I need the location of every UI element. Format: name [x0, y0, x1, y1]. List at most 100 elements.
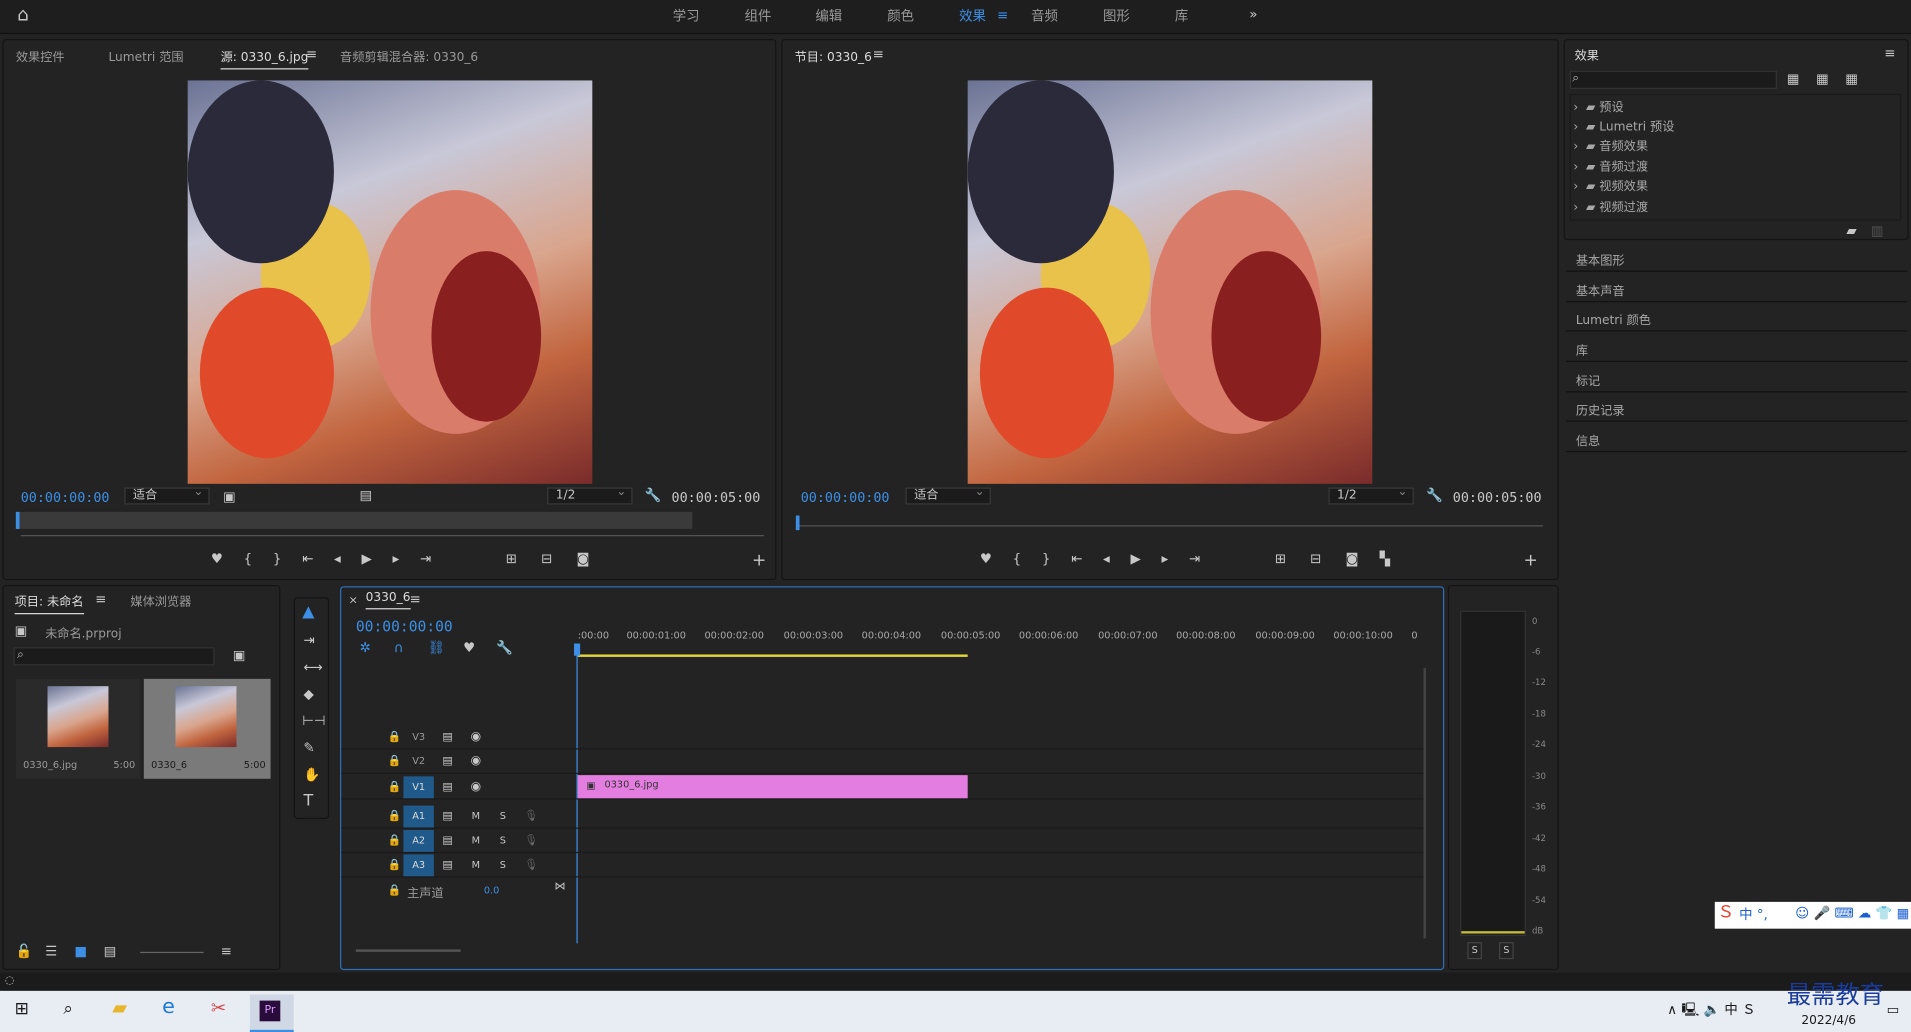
eye-icon[interactable]: ◉ — [470, 730, 481, 745]
snap-icon[interactable]: ∩ — [394, 640, 404, 656]
workspace-assembly[interactable]: 组件 — [745, 6, 772, 26]
timeline-settings-icon[interactable]: 🔧 — [496, 640, 513, 656]
search-icon[interactable]: ⌕ — [63, 1001, 73, 1018]
solo-button[interactable]: S — [500, 809, 506, 824]
extract-icon[interactable]: ⊟ — [1310, 551, 1321, 567]
add-marker-icon[interactable]: ♥ — [463, 640, 475, 656]
camera-icon[interactable]: ◙ — [576, 551, 589, 567]
program-timecode[interactable]: 00:00:00:00 — [801, 490, 890, 506]
timeline-playhead-handle[interactable] — [574, 643, 581, 656]
panel-lumetri-color[interactable]: Lumetri 颜色 — [1566, 302, 1908, 332]
track-label-a3[interactable]: A3 — [403, 854, 434, 877]
sync-lock-icon[interactable]: ▤ — [442, 780, 452, 795]
eye-icon[interactable]: ◉ — [470, 754, 481, 769]
home-icon[interactable]: ⌂ — [17, 5, 29, 23]
delete-icon[interactable]: ▥ — [1871, 224, 1884, 239]
panel-markers[interactable]: 标记 — [1566, 363, 1908, 393]
source-scrubber[interactable] — [15, 511, 693, 529]
work-area-bar[interactable] — [577, 654, 968, 657]
effects-folder-video-transitions[interactable]: › ▰ 视频过渡 — [1573, 196, 1905, 218]
project-item[interactable]: 0330_6 5:00 — [143, 678, 271, 779]
new-bin-icon[interactable]: ▰ — [1846, 224, 1856, 239]
source-timecode[interactable]: 00:00:00:00 — [21, 490, 110, 506]
close-icon[interactable]: × — [349, 594, 358, 609]
project-menu-icon[interactable]: ≡ — [95, 592, 106, 607]
ime-toolbar[interactable]: Ｓ 中 °, ☺ 🎤 ⌨ ☁ 👕 ▦ — [1714, 901, 1911, 929]
track-label-a1[interactable]: A1 — [403, 805, 434, 828]
lock-track-icon[interactable]: 🔒 — [388, 858, 402, 873]
list-view-icon[interactable]: ☰ — [45, 944, 57, 960]
lock-track-icon[interactable]: 🔒 — [388, 809, 402, 824]
solo-button[interactable]: S — [500, 858, 506, 873]
hand-tool-icon[interactable]: ✋ — [303, 767, 320, 783]
track-v3[interactable] — [341, 725, 1426, 750]
track-label-v2[interactable]: V2 — [403, 751, 433, 773]
tab-media-browser[interactable]: 媒体浏览器 — [130, 591, 191, 609]
effects-folder-audio-effects[interactable]: › ▰ 音频效果 — [1573, 135, 1905, 157]
program-res-select[interactable]: 1/2 — [1328, 485, 1414, 505]
overwrite-icon[interactable]: ⊟ — [541, 551, 552, 567]
workspace-graphics[interactable]: 图形 — [1103, 6, 1130, 26]
type-tool-icon[interactable]: T — [303, 793, 313, 809]
premiere-taskbar-icon[interactable]: Pr — [249, 994, 294, 1032]
microphone-icon[interactable]: 🎙 — [524, 858, 538, 873]
mute-button[interactable]: M — [472, 809, 480, 824]
program-playhead[interactable] — [795, 515, 800, 531]
program-title[interactable]: 节目: 0330_6 — [795, 46, 872, 64]
meter-solo-right-button[interactable]: S — [1499, 942, 1514, 960]
tab-source[interactable]: 源: 0330_6.jpg — [220, 46, 309, 70]
panel-essential-sound[interactable]: 基本声音 — [1566, 273, 1908, 303]
sort-icon[interactable]: ≡ — [221, 944, 232, 960]
workspace-menu-icon[interactable]: ≡ — [997, 8, 1008, 24]
tab-audio-clip-mixer[interactable]: 音频剪辑混合器: 0330_6 — [340, 46, 478, 64]
notification-icon[interactable]: ▭ — [1887, 1002, 1900, 1018]
program-scrubber[interactable] — [797, 525, 1543, 527]
selection-tool-icon[interactable]: ▲ — [302, 605, 314, 621]
panel-history[interactable]: 历史记录 — [1566, 392, 1908, 422]
yuv-effects-icon[interactable]: ▦ — [1845, 71, 1858, 87]
lock-track-icon[interactable]: 🔒 — [388, 834, 402, 849]
source-playhead[interactable] — [15, 511, 20, 529]
project-item[interactable]: 0330_6.jpg 5:00 — [15, 678, 141, 779]
program-settings-icon[interactable]: 🔧 — [1426, 488, 1443, 504]
tray-date[interactable]: 2022/4/6 — [1801, 1014, 1856, 1029]
microphone-icon[interactable]: 🎙 — [524, 834, 538, 849]
source-settings-icon[interactable]: 🔧 — [645, 488, 662, 504]
microphone-icon[interactable]: 🎙 — [524, 809, 538, 824]
freeform-view-icon[interactable]: ▤ — [104, 944, 117, 960]
panel-info[interactable]: 信息 — [1566, 423, 1908, 453]
comparison-view-icon[interactable]: ▚ — [1380, 551, 1390, 567]
tray-icons[interactable]: ∧ 🖳 🔈 中 Ｓ — [1667, 1002, 1755, 1018]
new-search-bin-icon[interactable]: ▣ — [233, 648, 246, 663]
workspace-libraries[interactable]: 库 — [1175, 6, 1188, 26]
edge-icon[interactable]: e — [162, 996, 175, 1017]
workspace-learn[interactable]: 学习 — [673, 6, 700, 26]
lift-icon[interactable]: ⊞ — [1275, 551, 1286, 567]
lock-track-icon[interactable]: 🔒 — [388, 884, 402, 899]
export-frame-icon[interactable]: ◙ — [1346, 551, 1359, 567]
effects-folder-video-effects[interactable]: › ▰ 视频效果 — [1573, 176, 1905, 198]
lock-track-icon[interactable]: 🔒 — [388, 754, 402, 769]
program-fit-select[interactable]: 适合 — [905, 485, 991, 505]
snipping-tool-icon[interactable]: ✂ — [211, 999, 226, 1017]
safe-margin-icon[interactable]: ▣ — [223, 489, 236, 505]
effects-menu-icon[interactable]: ≡ — [1884, 46, 1895, 61]
workspace-color[interactable]: 颜色 — [887, 6, 914, 26]
source-menu-icon[interactable]: ≡ — [306, 47, 317, 63]
lock-track-icon[interactable]: 🔒 — [388, 730, 402, 745]
track-v2[interactable] — [341, 750, 1426, 774]
source-res-select[interactable]: 1/2 — [547, 485, 633, 505]
tab-project[interactable]: 项目: 未命名 — [14, 591, 84, 615]
icon-view-icon[interactable]: ■ — [74, 944, 87, 960]
file-explorer-icon[interactable]: ▰ — [112, 998, 127, 1018]
timeline-menu-icon[interactable]: ≡ — [410, 592, 421, 607]
meter-solo-left-button[interactable]: S — [1467, 942, 1482, 960]
solo-button[interactable]: S — [500, 834, 506, 849]
timeline-tab[interactable]: 0330_6 — [365, 591, 410, 610]
track-label-v3[interactable]: V3 — [403, 726, 433, 748]
panel-libraries[interactable]: 库 — [1566, 333, 1908, 362]
panel-essential-graphics[interactable]: 基本图形 — [1566, 243, 1908, 272]
source-zoom-bar[interactable] — [20, 535, 765, 537]
slip-tool-icon[interactable]: ⊢⊣ — [302, 714, 325, 729]
workspace-effects[interactable]: 效果 — [959, 6, 986, 26]
